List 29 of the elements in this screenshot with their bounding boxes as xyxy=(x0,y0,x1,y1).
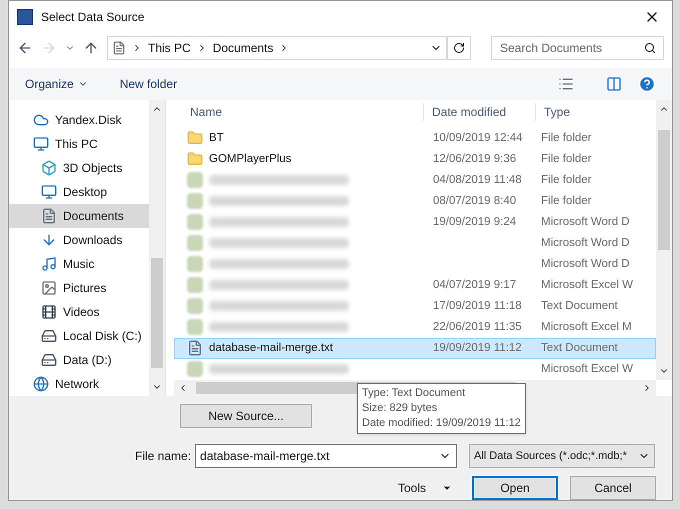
type-cell-text: Microsoft Excel W xyxy=(540,278,634,293)
type-cell-text: File folder xyxy=(540,172,592,188)
file-name-label: File name: xyxy=(135,448,192,465)
window-title: Select Data Source xyxy=(41,8,146,26)
date-cell-text: 04/08/2019 11:48 xyxy=(432,172,523,188)
type-cell-text: Microsoft Excel M xyxy=(540,320,632,335)
file-name: BT xyxy=(209,130,224,146)
type-cell-text: Microsoft Excel W xyxy=(540,362,634,377)
type-cell-text: Microsoft Word D xyxy=(540,256,630,272)
type-cell-text: File folder xyxy=(540,130,592,146)
type-cell-text: Text Document xyxy=(540,340,618,356)
type-cell-text: File folder xyxy=(540,194,592,209)
file-name: GOMPlayerPlus xyxy=(209,152,292,167)
type-cell-text: Text Document xyxy=(540,298,618,314)
date-cell-text: 19/09/2019 11:12 xyxy=(432,340,523,356)
tooltip-line: Date modified: 19/09/2019 11:12 xyxy=(362,416,521,431)
type-cell-text: Microsoft Word D xyxy=(540,214,630,230)
date-cell-text: 17/09/2019 11:18 xyxy=(432,298,523,314)
date-cell-text: 22/06/2019 11:35 xyxy=(432,320,523,335)
type-cell-text: Microsoft Word D xyxy=(540,236,630,251)
type-cell-text: File folder xyxy=(540,152,592,167)
date-cell-text: 12/06/2019 9:36 xyxy=(432,152,518,167)
tooltip-line: Size: 829 bytes xyxy=(362,401,438,416)
date-cell-text: 19/09/2019 9:24 xyxy=(432,214,518,230)
tooltip-line: Type: Text Document xyxy=(362,386,466,401)
date-cell-text: 10/09/2019 12:44 xyxy=(432,130,524,146)
date-cell-text: 04/07/2019 9:17 xyxy=(432,278,518,293)
date-cell-text: 08/07/2019 8:40 xyxy=(432,194,518,209)
file-name: database-mail-merge.txt xyxy=(209,340,333,356)
